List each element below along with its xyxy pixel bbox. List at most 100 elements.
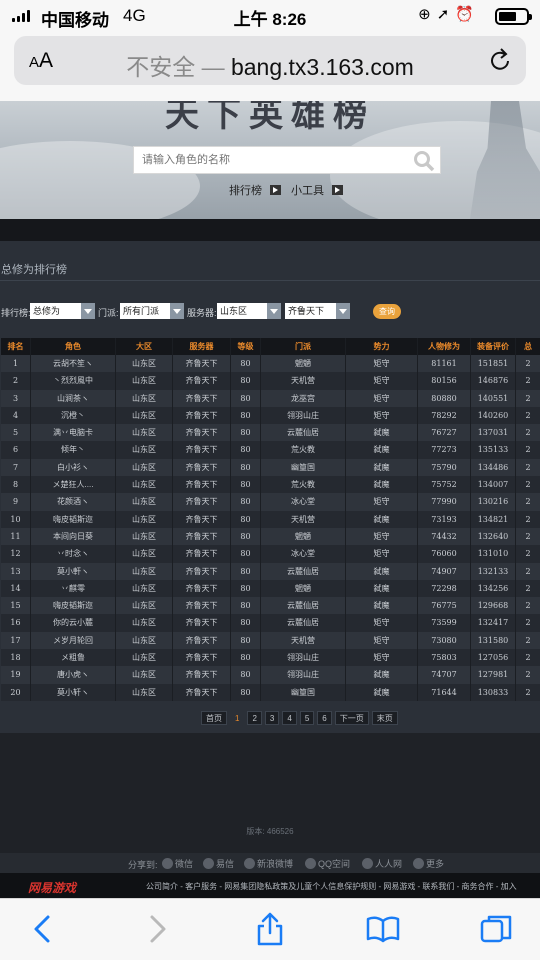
table-row[interactable]: 13 莫小軒ヽ 山东区 齐鲁天下 80 云麓仙居 弑魔 74907 132133 2 — [1, 562, 540, 580]
table-row[interactable]: 19 唐小虎ヽ 山东区 齐鲁天下 80 翎羽山庄 弑魔 74707 127981 2 — [1, 666, 540, 684]
footer-link-list[interactable]: 公司简介 - 客户服务 - 网易集团隐私政策及儿童个人信息保护规则 - 网易游戏… — [146, 881, 517, 892]
page-5-button[interactable]: 5 — [299, 711, 315, 725]
nav-leaderboard[interactable]: 排行榜 — [229, 182, 281, 198]
browser-chrome: 中国移动 4G 上午 8:26 ⊕➚⏰ AA 不安全 — bang.tx3.16… — [0, 0, 540, 101]
column-header[interactable]: 势力 — [346, 338, 418, 355]
table-row[interactable]: 6 倾年丶 山东区 齐鲁天下 80 荒火教 弑魔 77273 135133 2 — [1, 441, 540, 459]
nav-tools[interactable]: 小工具 — [291, 182, 343, 198]
column-header[interactable]: 总 — [516, 338, 540, 355]
column-header[interactable]: 等级 — [231, 338, 261, 355]
rank-select[interactable]: 总修为 — [30, 303, 95, 319]
table-cell: 齐鲁天下 — [173, 527, 231, 546]
table-cell: 76060 — [418, 545, 471, 563]
role-name-link[interactable]: 白小衫ヽ — [31, 458, 116, 477]
table-cell: 翎羽山庄 — [261, 666, 346, 684]
role-name-link[interactable]: 满丷电脑卡 — [31, 424, 116, 442]
column-header[interactable]: 装备评价 — [471, 338, 516, 355]
table-row[interactable]: 4 沉橙丶 山东区 齐鲁天下 80 翎羽山庄 矩守 78292 140260 2 — [1, 406, 540, 425]
search-icon[interactable] — [413, 150, 435, 172]
table-row[interactable]: 1 云胡不笙ヽ 山东区 齐鲁天下 80 魍魉 矩守 81161 151851 2 — [1, 355, 540, 373]
share-icon[interactable] — [252, 911, 288, 947]
role-name-link[interactable]: 本间向日葵 — [31, 527, 116, 546]
bookmarks-icon[interactable] — [365, 911, 401, 947]
page-2-button[interactable]: 2 — [247, 711, 262, 725]
role-name-link[interactable]: 倾年丶 — [31, 441, 116, 459]
forward-icon[interactable] — [138, 911, 174, 947]
reload-icon[interactable] — [489, 47, 513, 73]
table-row[interactable]: 9 花颜酒ヽ 山东区 齐鲁天下 80 冰心堂 矩守 77990 130216 2 — [1, 493, 540, 511]
role-name-link[interactable]: メ岁月轮回 — [31, 631, 116, 650]
school-select[interactable]: 所有门派 — [120, 303, 184, 319]
column-header[interactable]: 门派 — [261, 338, 346, 355]
role-name-link[interactable]: 山涧茶ヽ — [31, 389, 116, 407]
table-row[interactable]: 18 メ粗鲁 山东区 齐鲁天下 80 翎羽山庄 矩守 75803 127056 2 — [1, 649, 540, 667]
role-name-link[interactable]: 云胡不笙ヽ — [31, 355, 116, 373]
battery-icon — [495, 8, 532, 25]
table-row[interactable]: 2 丶烈烈風中 山东区 齐鲁天下 80 天机营 矩守 80156 146876 2 — [1, 372, 540, 390]
role-name-link[interactable]: 你的云小麓 — [31, 614, 116, 632]
column-header[interactable]: 人物修为 — [418, 338, 471, 355]
table-row[interactable]: 11 本间向日葵 山东区 齐鲁天下 80 魍魉 矩守 74432 132640 2 — [1, 527, 540, 546]
page-4-button[interactable]: 4 — [282, 711, 297, 725]
role-name-link[interactable]: 花颜酒ヽ — [31, 493, 116, 511]
column-header[interactable]: 大区 — [116, 338, 173, 355]
server-select[interactable]: 齐鲁天下 — [285, 303, 350, 319]
back-icon[interactable] — [26, 911, 62, 947]
role-name-link[interactable]: 嗨皮韬斯迩 — [31, 510, 116, 528]
table-row[interactable]: 7 白小衫ヽ 山东区 齐鲁天下 80 幽篁国 弑魔 75790 134486 2 — [1, 458, 540, 477]
page-title: 天下英雄榜 — [165, 101, 375, 135]
share-more[interactable]: 更多 — [413, 857, 444, 870]
share-renren[interactable]: 人人网 — [362, 857, 402, 870]
table-row[interactable]: 12 丷时念ヽ 山东区 齐鲁天下 80 冰心堂 矩守 76060 131010 2 — [1, 545, 540, 563]
table-cell: 2 — [525, 410, 531, 420]
role-name-link[interactable]: メ楚狂人.... — [31, 476, 116, 494]
netease-games-logo[interactable]: 网易游戏 — [28, 879, 76, 896]
table-row[interactable]: 14 丷麒零 山东区 齐鲁天下 80 魍魉 弑魔 72298 134256 2 — [1, 579, 540, 598]
next-page-button[interactable]: 下一页 — [334, 711, 369, 725]
column-header[interactable]: 服务器 — [173, 338, 231, 355]
page-3-button[interactable]: 3 — [264, 711, 280, 725]
share-yixin[interactable]: 易信 — [203, 857, 234, 870]
table-row[interactable]: 8 メ楚狂人.... 山东区 齐鲁天下 80 荒火教 弑魔 75752 134007 2 — [1, 476, 540, 494]
domain-label: bang.tx3.163.com — [230, 54, 414, 80]
role-name-link[interactable]: 丶烈烈風中 — [31, 372, 116, 390]
tabs-icon[interactable] — [478, 911, 514, 947]
first-page-button[interactable]: 首页 — [201, 711, 227, 725]
region-select[interactable]: 山东区 — [217, 303, 281, 319]
role-name-link[interactable]: 莫小軒ヽ — [31, 562, 116, 580]
share-qzone[interactable]: QQ空间 — [305, 857, 350, 870]
table-cell: 80 — [231, 476, 261, 494]
url-text[interactable]: 不安全 — bang.tx3.163.com — [14, 48, 526, 82]
table-cell: 3 — [1, 389, 31, 407]
column-header[interactable]: 角色 — [31, 338, 116, 355]
table-cell: 80880 — [418, 389, 471, 407]
table-cell: 2 — [525, 462, 531, 472]
table-row[interactable]: 15 嗨皮韬斯迩 山东区 齐鲁天下 80 云麓仙居 弑魔 76775 129668 2 — [1, 597, 540, 615]
role-name-link[interactable]: 丷时念ヽ — [31, 545, 116, 563]
address-bar[interactable]: AA 不安全 — bang.tx3.163.com — [14, 36, 526, 85]
role-name-link[interactable]: 莫小轩ヽ — [31, 683, 116, 701]
page-6-button[interactable]: 6 — [317, 711, 332, 725]
role-name-link[interactable]: 沉橙丶 — [31, 406, 116, 425]
table-cell: 齐鲁天下 — [173, 406, 231, 425]
table-cell: 弑魔 — [346, 476, 418, 494]
table-row[interactable]: 16 你的云小麓 山东区 齐鲁天下 80 云麓仙居 矩守 73599 132417 2 — [1, 614, 540, 632]
table-cell: 16 — [1, 614, 31, 632]
table-row[interactable]: 5 满丷电脑卡 山东区 齐鲁天下 80 云麓仙居 弑魔 76727 137031 2 — [1, 424, 540, 442]
role-name-link[interactable]: メ粗鲁 — [31, 649, 116, 667]
role-name-link[interactable]: 丷麒零 — [31, 579, 116, 598]
table-row[interactable]: 17 メ岁月轮回 山东区 齐鲁天下 80 天机营 矩守 73080 131580 2 — [1, 631, 540, 650]
share-wechat[interactable]: 微信 — [162, 857, 193, 870]
page-1-button[interactable]: 1 — [230, 711, 244, 725]
table-cell: 矩守 — [346, 355, 418, 373]
column-header[interactable]: 排名 — [1, 338, 31, 355]
role-name-link[interactable]: 嗨皮韬斯迩 — [31, 597, 116, 615]
table-row[interactable]: 10 嗨皮韬斯迩 山东区 齐鲁天下 80 天机营 弑魔 73193 134821 2 — [1, 510, 540, 528]
share-weibo[interactable]: 新浪微博 — [244, 857, 293, 870]
role-name-link[interactable]: 唐小虎ヽ — [31, 666, 116, 684]
table-row[interactable]: 20 莫小轩ヽ 山东区 齐鲁天下 80 幽篁国 弑魔 71644 130833 2 — [1, 683, 540, 701]
query-button[interactable]: 查询 — [373, 304, 401, 319]
search-input[interactable] — [134, 147, 404, 173]
last-page-button[interactable]: 末页 — [371, 711, 398, 725]
table-row[interactable]: 3 山涧茶ヽ 山东区 齐鲁天下 80 龙巫宫 矩守 80880 140551 2 — [1, 389, 540, 407]
